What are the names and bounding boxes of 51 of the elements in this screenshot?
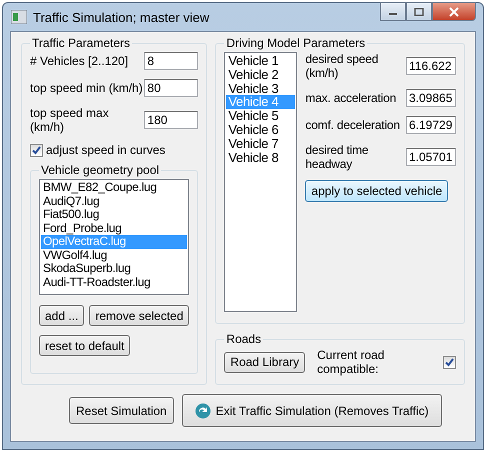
- remove-selected-button[interactable]: remove selected: [89, 305, 190, 326]
- close-button[interactable]: [432, 2, 476, 21]
- input-field[interactable]: 1.05701: [406, 148, 456, 166]
- list-item[interactable]: Ford_Probe.lug: [41, 222, 188, 235]
- checkbox[interactable]: [30, 144, 43, 156]
- apply-button[interactable]: apply to selected vehicle: [305, 180, 448, 202]
- list-item[interactable]: SkodaSuperb.lug: [41, 262, 188, 276]
- field-label: comf. deceleration: [305, 118, 400, 132]
- list-item[interactable]: Vehicle 5: [226, 109, 296, 123]
- input-field[interactable]: 180: [144, 111, 198, 129]
- exit-button[interactable]: Exit Traffic Simulation (Removes Traffic): [182, 394, 442, 427]
- field-label: top speed min (km/h): [30, 81, 143, 95]
- minimize-button[interactable]: [380, 2, 406, 21]
- exit-icon: [194, 402, 211, 418]
- group-title: Vehicle geometry pool: [40, 163, 160, 177]
- input-field[interactable]: 6.19729: [406, 116, 456, 134]
- field-label: top speed max (km/h): [30, 106, 110, 134]
- list-item[interactable]: Vehicle 2: [226, 68, 296, 82]
- field-label: max. acceleration: [305, 91, 396, 105]
- field-label: desired speed (km/h): [305, 52, 380, 80]
- list-item[interactable]: Audi-TT-Roadster.lug: [41, 276, 188, 289]
- reset-simulation-button[interactable]: Reset Simulation: [69, 397, 174, 424]
- close-icon: [449, 6, 459, 16]
- checkbox-label: adjust speed in curves: [46, 143, 166, 157]
- app-icon: [11, 10, 27, 24]
- list-item[interactable]: Fiat500.lug: [41, 208, 188, 222]
- input-field[interactable]: 3.09865: [406, 89, 456, 107]
- reset-to-default-button[interactable]: reset to default: [39, 335, 130, 356]
- maximize-icon: [414, 8, 424, 16]
- input-field[interactable]: 116.622: [406, 57, 456, 75]
- list-item[interactable]: Vehicle 7: [226, 136, 296, 151]
- list-item[interactable]: BMW_E82_Coupe.lug: [41, 181, 188, 194]
- group-title: Traffic Parameters: [31, 36, 132, 50]
- add-button[interactable]: add ...: [39, 305, 84, 326]
- list-item[interactable]: AudiQ7.lug: [41, 194, 188, 208]
- maximize-button[interactable]: [406, 2, 432, 21]
- list-item[interactable]: Vehicle 3: [226, 82, 296, 96]
- checkbox[interactable]: [443, 356, 456, 368]
- checkbox-label: Current road compatible:: [317, 348, 386, 376]
- list-item[interactable]: Vehicle 6: [226, 122, 296, 137]
- field-label: # Vehicles [2..120]: [30, 54, 128, 68]
- list-item[interactable]: Vehicle 8: [226, 150, 296, 164]
- group-title: Roads: [225, 332, 262, 346]
- list-item[interactable]: Vehicle 1: [226, 54, 296, 68]
- input-field[interactable]: 8: [144, 52, 198, 70]
- input-field[interactable]: 80: [144, 79, 198, 97]
- list-item[interactable]: VWGolf4.lug: [41, 248, 188, 262]
- road-library-button[interactable]: Road Library: [224, 352, 306, 372]
- group-title: Driving Model Parameters: [225, 36, 366, 50]
- field-label: desired time headway: [305, 143, 370, 171]
- window-title: Traffic Simulation; master view: [33, 10, 210, 24]
